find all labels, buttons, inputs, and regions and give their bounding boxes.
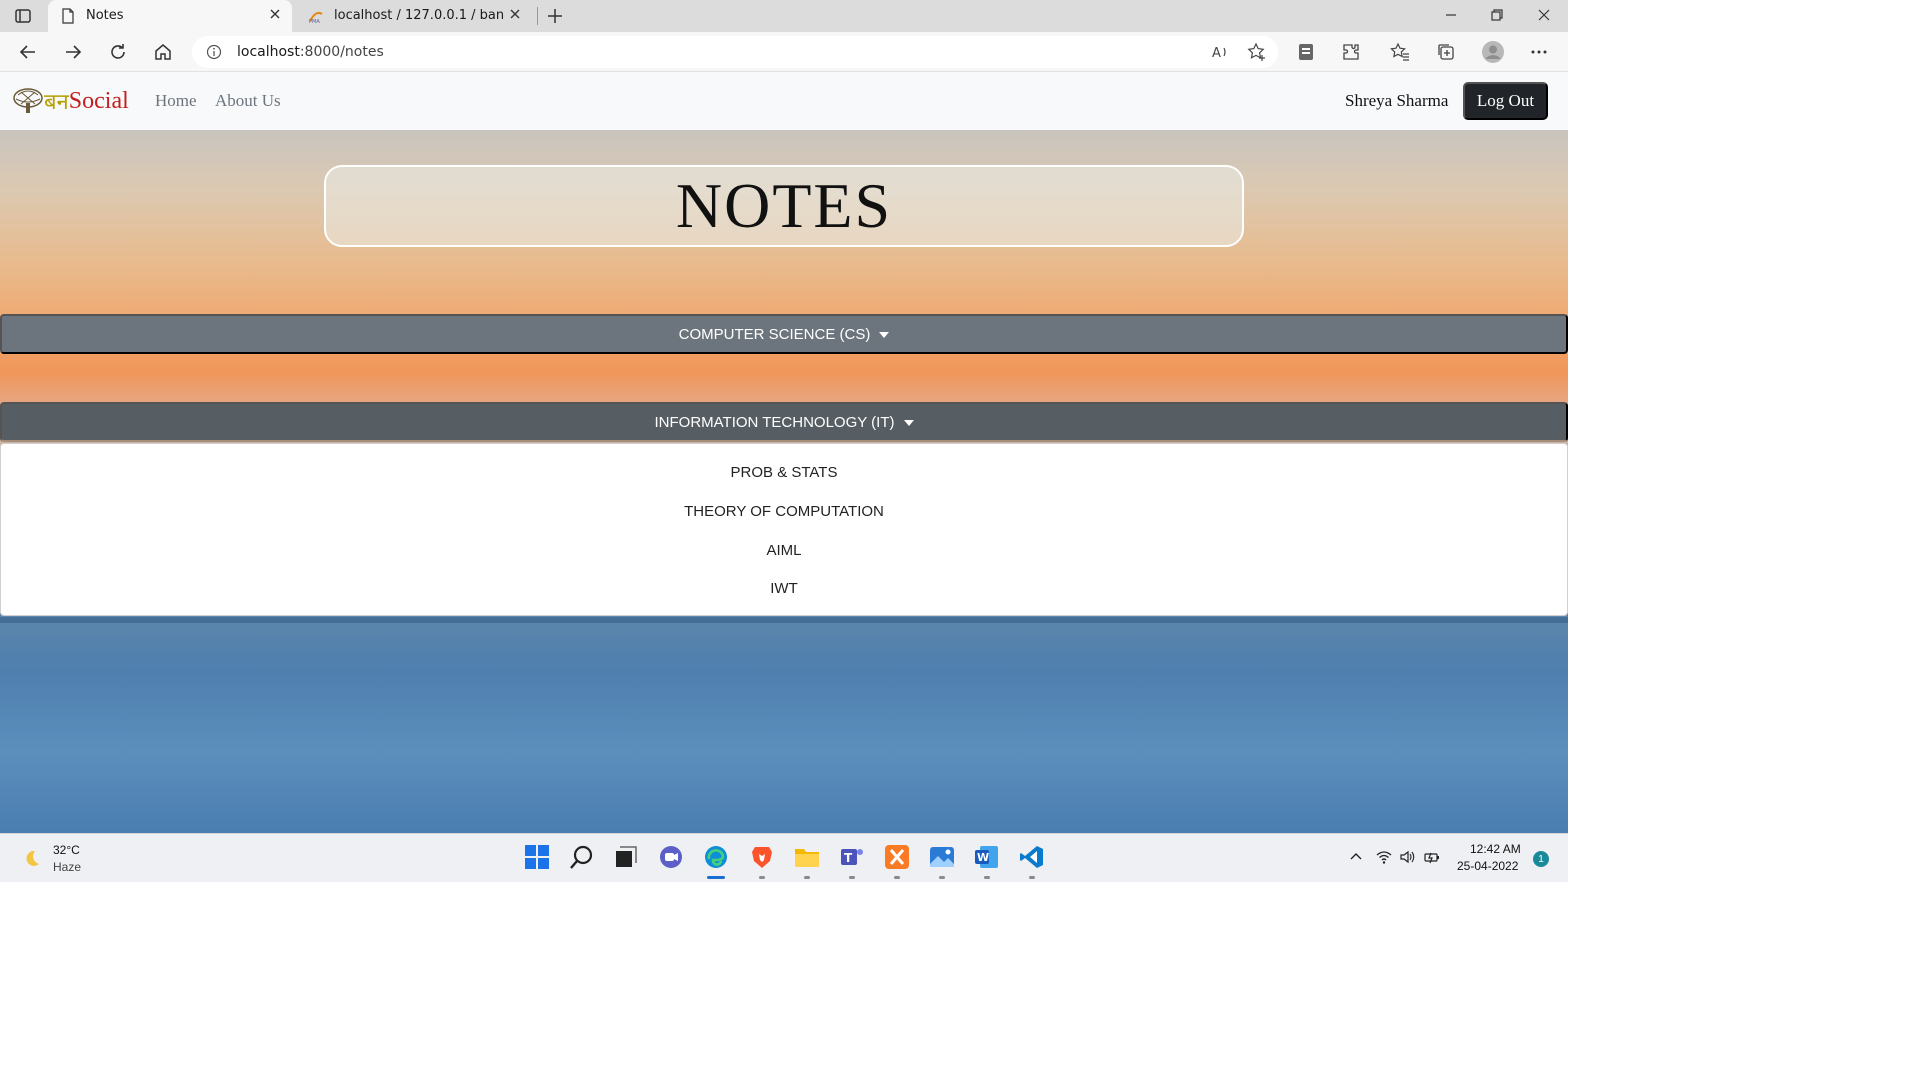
running-app-indicator — [849, 876, 855, 879]
clock-time[interactable]: 12:42 AM — [1470, 842, 1521, 856]
running-app-indicator — [804, 876, 810, 879]
forward-icon[interactable] — [63, 42, 83, 62]
favorites-icon[interactable] — [1390, 42, 1410, 62]
running-app-indicator — [939, 876, 945, 879]
restore-icon[interactable] — [1490, 8, 1504, 22]
svg-text:W: W — [977, 851, 989, 864]
close-tab-icon[interactable] — [508, 7, 522, 21]
read-aloud-icon[interactable]: A — [1210, 42, 1230, 62]
dept-it-dropdown-button[interactable]: INFORMATION TECHNOLOGY (IT) — [0, 402, 1568, 442]
teams-chat-icon[interactable] — [658, 844, 684, 870]
running-app-indicator — [894, 876, 900, 879]
brand-english-text: Social — [68, 87, 129, 114]
minimize-icon[interactable] — [1444, 8, 1458, 22]
browser-tab-phpmyadmin[interactable]: PMA localhost / 127.0.0.1 / bansocial — [296, 0, 532, 32]
dept-cs-dropdown-button[interactable]: COMPUTER SCIENCE (CS) — [0, 314, 1568, 354]
site-navbar: बन Social Home About Us Shreya Sharma Lo… — [0, 72, 1568, 130]
site-info-icon[interactable] — [206, 44, 222, 60]
subject-item-aiml[interactable]: AIML — [1, 542, 1567, 559]
extensions-icon[interactable] — [1341, 42, 1361, 62]
back-icon[interactable] — [18, 42, 38, 62]
weather-temperature: 32°C — [53, 843, 80, 857]
teams-icon[interactable]: T — [839, 844, 865, 870]
xampp-icon[interactable] — [884, 844, 910, 870]
background-horizon — [0, 617, 1568, 623]
windows-start-icon[interactable] — [524, 844, 550, 870]
windows-taskbar: 32°C Haze T W 12:42 AM 25-04-2022 1 — [0, 833, 1568, 882]
tab-title: localhost / 127.0.0.1 / bansocial — [334, 8, 504, 23]
page-viewport: बन Social Home About Us Shreya Sharma Lo… — [0, 72, 1568, 833]
brand-logo[interactable]: बन Social — [12, 86, 129, 116]
word-icon[interactable]: W — [974, 844, 1000, 870]
running-app-indicator — [759, 876, 765, 879]
subject-item-iwt[interactable]: IWT — [1, 580, 1567, 597]
edge-browser-icon[interactable] — [703, 844, 729, 870]
page-title: NOTES — [675, 170, 893, 241]
dept-it-label: INFORMATION TECHNOLOGY (IT) — [654, 413, 895, 431]
collections-icon[interactable] — [1436, 42, 1456, 62]
clock-date[interactable]: 25-04-2022 — [1457, 859, 1518, 873]
wifi-icon[interactable] — [1376, 849, 1392, 865]
subject-item-theory-of-computation[interactable]: THEORY OF COMPUTATION — [1, 503, 1567, 520]
url-field[interactable]: localhost:8000/notes A — [192, 36, 1278, 68]
active-app-indicator — [707, 876, 725, 879]
refresh-icon[interactable] — [108, 42, 128, 62]
user-name: Shreya Sharma — [1345, 91, 1449, 110]
browser-tab-notes[interactable]: Notes — [48, 0, 292, 32]
brand-hindi-text: बन — [44, 90, 69, 115]
new-tab-icon[interactable] — [546, 7, 564, 25]
show-hidden-icons-chevron-icon[interactable] — [1348, 849, 1364, 865]
tab-title: Notes — [86, 8, 124, 23]
photos-icon[interactable] — [929, 844, 955, 870]
notification-badge[interactable]: 1 — [1533, 851, 1549, 867]
battery-charging-icon[interactable] — [1424, 849, 1440, 865]
dept-cs-label: COMPUTER SCIENCE (CS) — [678, 325, 871, 343]
task-view-icon[interactable] — [613, 844, 639, 870]
home-icon[interactable] — [153, 42, 173, 62]
close-tab-icon[interactable] — [268, 7, 282, 21]
url-text: localhost:8000/notes — [237, 44, 384, 60]
browser-address-bar: localhost:8000/notes A — [0, 32, 1568, 72]
phpmyadmin-icon: PMA — [309, 11, 323, 24]
browser-tab-bar: Notes PMA localhost / 127.0.0.1 / bansoc… — [0, 0, 1568, 32]
file-explorer-icon[interactable] — [794, 844, 820, 870]
running-app-indicator — [984, 876, 990, 879]
caret-down-icon — [879, 332, 890, 338]
weather-condition: Haze — [53, 860, 82, 874]
svg-text:PMA: PMA — [309, 19, 320, 24]
nav-about-link[interactable]: About Us — [215, 91, 281, 111]
extension-reader-icon[interactable] — [1296, 42, 1316, 62]
caret-down-icon — [903, 420, 914, 426]
close-window-icon[interactable] — [1537, 8, 1551, 22]
more-options-icon[interactable] — [1529, 42, 1549, 62]
add-favorite-icon[interactable] — [1247, 42, 1267, 62]
profile-avatar-icon[interactable] — [1482, 41, 1504, 63]
vscode-icon[interactable] — [1019, 844, 1045, 870]
running-app-indicator — [1029, 876, 1035, 879]
search-icon[interactable] — [569, 844, 595, 870]
logout-button[interactable]: Log Out — [1463, 82, 1548, 120]
tab-divider — [537, 7, 538, 25]
tab-actions-icon[interactable] — [14, 7, 32, 25]
nav-home-link[interactable]: Home — [155, 91, 197, 111]
volume-icon[interactable] — [1399, 849, 1415, 865]
weather-moon-icon[interactable] — [22, 848, 42, 868]
tree-logo-icon — [13, 88, 43, 113]
brave-browser-icon[interactable] — [749, 844, 775, 870]
it-subjects-dropdown-menu: PROB & STATS THEORY OF COMPUTATION AIML … — [0, 443, 1568, 616]
notes-title-card: NOTES — [324, 165, 1244, 247]
subject-item-prob-stats[interactable]: PROB & STATS — [1, 464, 1567, 481]
svg-text:T: T — [844, 851, 853, 865]
svg-text:A: A — [1212, 46, 1221, 61]
page-icon — [62, 8, 74, 24]
